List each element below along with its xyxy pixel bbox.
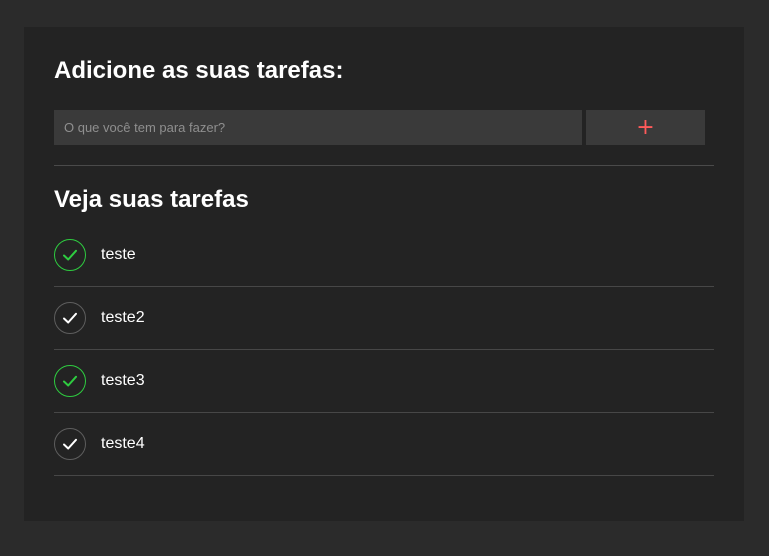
- task-label: teste2: [101, 309, 145, 326]
- task-list-title: Veja suas tarefas: [54, 186, 249, 213]
- check-icon[interactable]: [54, 302, 86, 334]
- task-label: teste4: [101, 435, 145, 452]
- task-item: teste4: [54, 413, 714, 476]
- check-icon[interactable]: [54, 239, 86, 271]
- divider: [54, 165, 714, 166]
- check-icon[interactable]: [54, 365, 86, 397]
- task-item: teste: [54, 224, 714, 287]
- page-title: Adicione as suas tarefas:: [54, 57, 344, 84]
- task-label: teste: [101, 246, 136, 263]
- task-item: teste2: [54, 287, 714, 350]
- task-list: teste teste2 teste3 teste4: [54, 224, 714, 476]
- task-item: teste3: [54, 350, 714, 413]
- task-label: teste3: [101, 372, 145, 389]
- todo-card: Adicione as suas tarefas: + Veja suas ta…: [24, 27, 744, 521]
- task-input[interactable]: [54, 110, 582, 145]
- add-task-button[interactable]: +: [586, 110, 705, 145]
- check-icon[interactable]: [54, 428, 86, 460]
- add-task-form: +: [54, 110, 705, 145]
